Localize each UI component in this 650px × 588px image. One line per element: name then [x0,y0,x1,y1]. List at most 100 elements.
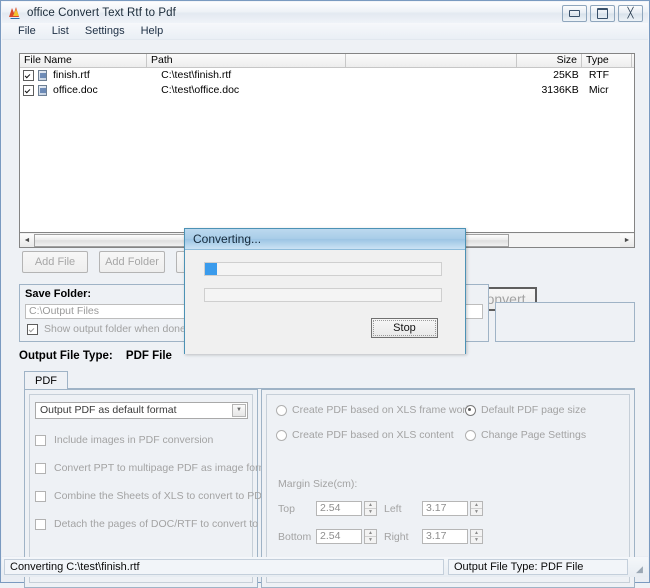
column-header-path[interactable]: Path [147,54,346,67]
scroll-left-icon[interactable]: ◄ [20,233,34,247]
change-page-settings-label: Change Page Settings [481,429,587,441]
minimize-button[interactable] [562,5,587,22]
cell-file-name: office.doc [53,84,98,96]
xls-content-radio[interactable] [276,429,287,441]
cell-path: C:\test\finish.rtf [161,69,232,81]
window-controls: ╳ [562,5,643,22]
margin-top-row: Top 2.54 ▲ ▼ [278,501,377,516]
tab-pdf[interactable]: PDF [24,371,68,389]
option-detach-pages[interactable]: Detach the pages of DOC/RTF to convert t… [35,518,282,530]
resize-grip-icon[interactable]: ◢ [633,563,646,576]
close-button[interactable]: ╳ [618,5,643,22]
chevron-down-icon[interactable]: ▼ [232,404,246,417]
column-header-spacer[interactable] [346,54,517,67]
scroll-right-icon[interactable]: ► [620,233,634,247]
show-output-folder-label: Show output folder when done [44,323,186,335]
table-row[interactable]: office.doc C:\test\office.doc 3136KB Mic… [20,83,634,98]
option-convert-ppt[interactable]: Convert PPT to multipage PDF as image fo… [35,462,276,474]
add-folder-button[interactable]: Add Folder [99,251,165,273]
column-header-type[interactable]: Type [582,54,632,67]
stepper-up-icon[interactable]: ▲ [471,530,482,537]
menu-item-settings[interactable]: Settings [77,24,133,38]
primary-progress-bar [204,262,442,276]
margin-bottom-input[interactable]: 2.54 [316,529,362,544]
stepper-up-icon[interactable]: ▲ [471,502,482,509]
cell-file-name: finish.rtf [53,69,90,81]
xls-frame-work-label: Create PDF based on XLS frame work [292,404,472,416]
combine-sheets-checkbox[interactable] [35,490,46,502]
default-page-size-radio[interactable] [465,404,476,416]
margin-bottom-stepper[interactable]: ▲ ▼ [364,529,377,544]
column-header-size[interactable]: Size [517,54,582,67]
secondary-progress-bar [204,288,442,302]
margin-left-stepper[interactable]: ▲ ▼ [470,501,483,516]
margin-top-input[interactable]: 2.54 [316,501,362,516]
window-title: office Convert Text Rtf to Pdf [27,6,176,19]
margin-left-input[interactable]: 3.17 [422,501,468,516]
add-file-button[interactable]: Add File [22,251,88,273]
radio-xls-frame-work[interactable]: Create PDF based on XLS frame work [276,404,471,416]
pdf-format-combo[interactable]: Output PDF as default format ▼ [35,402,248,419]
cell-path: C:\test\office.doc [161,84,240,96]
detach-pages-checkbox[interactable] [35,518,46,530]
change-page-settings-radio[interactable] [465,429,476,441]
output-file-type-label: Output File Type: [19,350,113,362]
margin-right-input[interactable]: 3.17 [422,529,468,544]
detach-pages-label: Detach the pages of DOC/RTF to convert t… [54,518,282,530]
column-header-file-name[interactable]: File Name [20,54,147,67]
margin-top-label: Top [278,502,295,515]
default-page-size-label: Default PDF page size [481,404,587,416]
show-output-folder-option[interactable]: Show output folder when done [27,323,186,335]
menu-item-file[interactable]: File [10,24,44,38]
menu-item-help[interactable]: Help [133,24,172,38]
dialog-title: Converting... [185,229,465,250]
document-icon [37,70,49,81]
option-combine-sheets[interactable]: Combine the Sheets of XLS to convert to … [35,490,268,502]
option-include-images[interactable]: Include images in PDF conversion [35,434,213,446]
maximize-icon [597,8,608,19]
tab-strip: PDF [24,371,635,389]
stepper-down-icon[interactable]: ▼ [471,509,482,515]
stop-button[interactable]: Stop [371,318,438,338]
primary-progress-fill [205,263,217,275]
margin-top-stepper[interactable]: ▲ ▼ [364,501,377,516]
margin-bottom-row: Bottom 2.54 ▲ ▼ [278,529,377,544]
row-checkbox[interactable] [23,70,34,81]
tab-strip-filler [68,375,635,389]
radio-default-page-size[interactable]: Default PDF page size [465,404,586,416]
output-file-type-value: PDF File [125,350,172,362]
maximize-button[interactable] [590,5,615,22]
status-message: Converting C:\test\finish.rtf [4,559,444,575]
margin-right-stepper[interactable]: ▲ ▼ [470,529,483,544]
app-icon [7,6,23,20]
pdf-format-combo-value: Output PDF as default format [40,404,177,416]
convert-ppt-checkbox[interactable] [35,462,46,474]
convert-side-panel [495,302,635,342]
file-list[interactable]: File Name Path Size Type finish.rtf C:\t… [19,53,635,233]
margin-right-row: Right 3.17 ▲ ▼ [384,529,483,544]
show-output-folder-checkbox[interactable] [27,323,38,335]
status-output-type: Output File Type: PDF File [448,559,628,575]
stepper-up-icon[interactable]: ▲ [365,530,376,537]
file-list-header: File Name Path Size Type [20,54,634,68]
document-icon [37,85,49,96]
stepper-down-icon[interactable]: ▼ [365,509,376,515]
dialog-body: Stop [185,250,465,354]
cell-type: Micr [588,84,609,96]
stepper-down-icon[interactable]: ▼ [365,537,376,543]
xls-frame-work-radio[interactable] [276,404,287,416]
menu-item-list[interactable]: List [44,24,77,38]
stepper-down-icon[interactable]: ▼ [471,537,482,543]
row-checkbox[interactable] [23,85,34,96]
status-bar: Converting C:\test\finish.rtf Output Fil… [2,557,648,577]
close-icon: ╳ [627,7,634,19]
radio-change-page-settings[interactable]: Change Page Settings [465,429,586,441]
pdf-options-inner-border [29,394,253,583]
include-images-checkbox[interactable] [35,434,46,446]
margin-bottom-label: Bottom [278,530,312,543]
output-file-type: Output File Type: PDF File [19,350,172,362]
xls-content-label: Create PDF based on XLS content [292,429,454,441]
stepper-up-icon[interactable]: ▲ [365,502,376,509]
table-row[interactable]: finish.rtf C:\test\finish.rtf 25KB RTF [20,68,634,83]
radio-xls-content[interactable]: Create PDF based on XLS content [276,429,454,441]
